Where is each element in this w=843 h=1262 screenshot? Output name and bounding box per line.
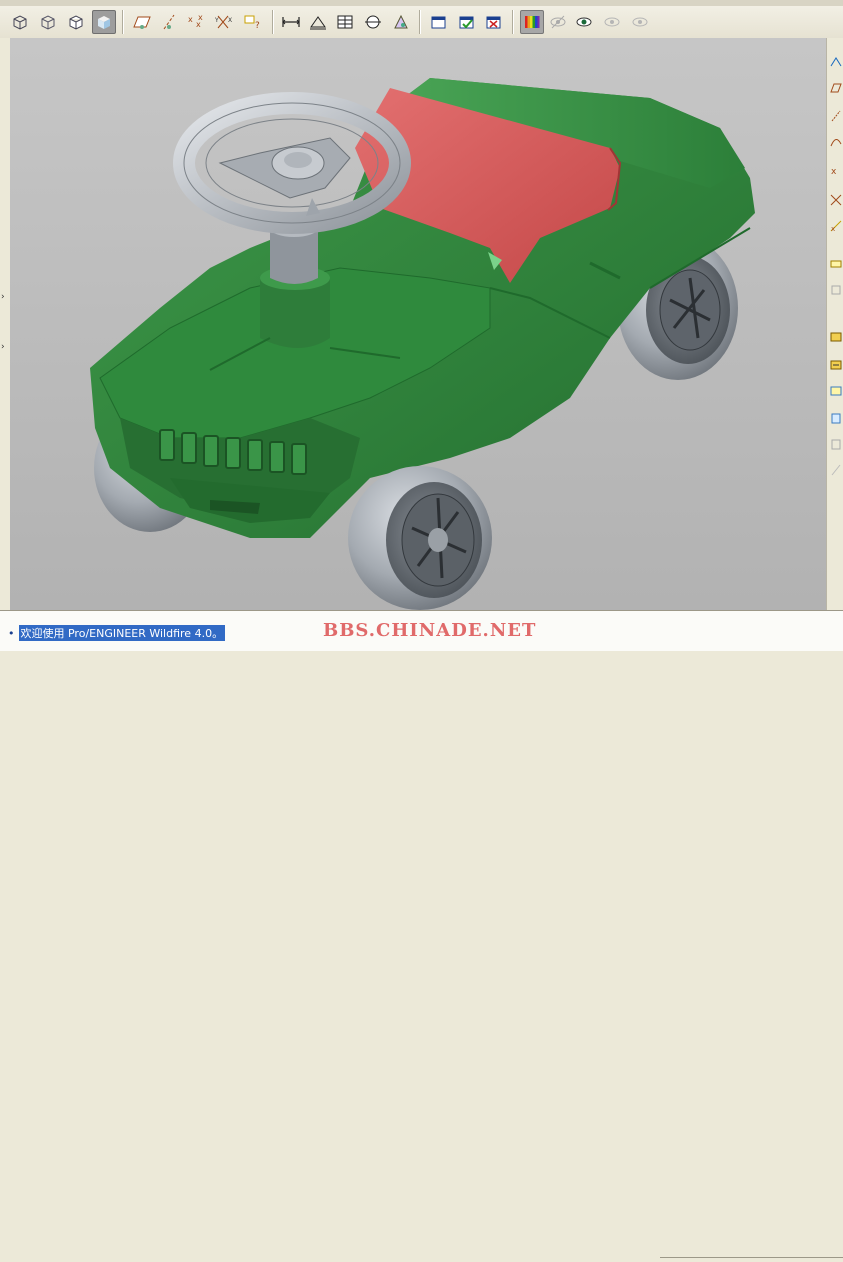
- close-window-icon[interactable]: [482, 10, 506, 34]
- left-splitter[interactable]: › ›: [0, 38, 10, 610]
- bullet-icon: •: [8, 626, 15, 640]
- hidden-line-view-icon[interactable]: [36, 10, 60, 34]
- svg-text:Y: Y: [214, 17, 219, 24]
- analysis-icon[interactable]: [306, 10, 330, 34]
- mass-properties-icon[interactable]: [389, 10, 413, 34]
- datum-planes-icon[interactable]: [130, 10, 154, 34]
- table-icon[interactable]: [333, 10, 357, 34]
- hole-icon[interactable]: [829, 436, 843, 452]
- new-window-icon[interactable]: [427, 10, 451, 34]
- svg-text:x: x: [188, 15, 193, 24]
- wireframe-view-icon[interactable]: [8, 10, 32, 34]
- point-icon[interactable]: x: [829, 162, 843, 178]
- svg-text:?: ?: [255, 21, 260, 31]
- status-message: 欢迎使用 Pro/ENGINEER Wildfire 4.0。: [18, 625, 226, 641]
- activate-window-icon[interactable]: [455, 10, 479, 34]
- graphics-viewport[interactable]: [10, 38, 826, 610]
- revolve-icon[interactable]: [829, 356, 843, 372]
- menu-strip: [0, 0, 843, 6]
- expand-arrow-icon[interactable]: ›: [1, 292, 5, 302]
- car-model[interactable]: [10, 38, 826, 610]
- csys-icon[interactable]: [829, 192, 843, 208]
- color-appearance-icon[interactable]: [520, 10, 544, 34]
- no-hidden-view-icon[interactable]: [64, 10, 88, 34]
- toolbar-separator: [272, 10, 274, 34]
- sweep-icon[interactable]: [829, 382, 843, 398]
- svg-text:x: x: [831, 225, 835, 233]
- collapse-arrow-icon[interactable]: ›: [1, 342, 5, 352]
- section-icon[interactable]: [361, 10, 385, 34]
- toolbar-separator: [122, 10, 124, 34]
- pattern-icon[interactable]: [829, 282, 843, 298]
- shaded-view-icon[interactable]: [92, 10, 116, 34]
- status-divider: [660, 1257, 843, 1262]
- main-toolbar: xxx YX ?: [0, 0, 843, 39]
- extrude-icon[interactable]: [829, 328, 843, 344]
- axis-icon[interactable]: [829, 108, 843, 124]
- watermark-text: BBS.CHINADE.NET: [323, 620, 537, 641]
- right-feature-toolbar: x x: [826, 38, 843, 610]
- blend-icon[interactable]: [829, 410, 843, 426]
- annotations-icon[interactable]: ?: [241, 10, 265, 34]
- status-message-line: • 欢迎使用 Pro/ENGINEER Wildfire 4.0。: [8, 625, 226, 641]
- hide-icon[interactable]: [546, 10, 570, 34]
- analysis-feature-icon[interactable]: [829, 256, 843, 272]
- toolbar-separator: [419, 10, 421, 34]
- hide-layer-icon[interactable]: [600, 10, 624, 34]
- svg-text:X: X: [228, 17, 232, 24]
- measure-icon[interactable]: [279, 10, 303, 34]
- datum-points-icon[interactable]: xxx: [184, 10, 208, 34]
- svg-text:x: x: [831, 167, 837, 176]
- curve-icon[interactable]: [829, 134, 843, 150]
- show-icon[interactable]: [572, 10, 596, 34]
- offset-csys-icon[interactable]: x: [829, 218, 843, 234]
- datum-axes-icon[interactable]: [157, 10, 181, 34]
- toolbar-separator: [512, 10, 514, 34]
- svg-text:x: x: [198, 13, 203, 22]
- plane-icon[interactable]: [829, 80, 843, 96]
- show-layer-icon[interactable]: [628, 10, 652, 34]
- coordinate-systems-icon[interactable]: YX: [212, 10, 236, 34]
- round-icon[interactable]: [829, 462, 843, 478]
- sketch-icon[interactable]: [829, 54, 843, 70]
